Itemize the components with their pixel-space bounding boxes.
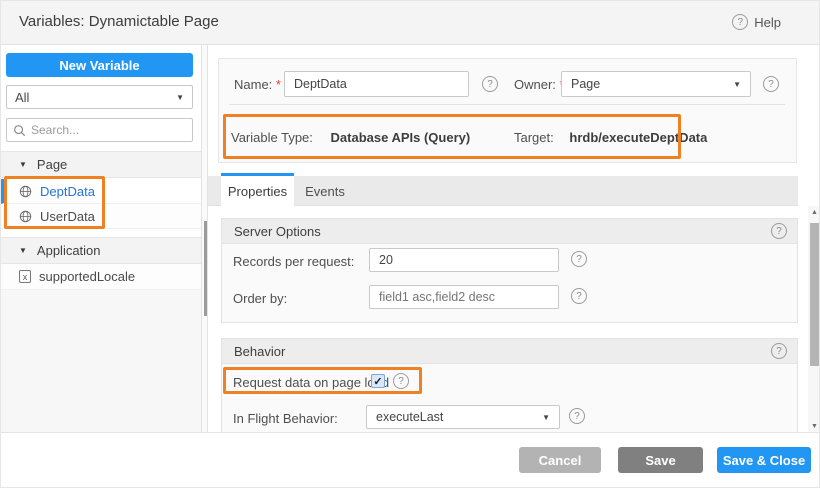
web-variable-icon [19,210,32,223]
collapse-icon: ▼ [19,246,27,255]
chevron-down-icon: ▼ [542,413,550,422]
target-label: Target: [514,130,554,145]
save-button[interactable]: Save [618,447,703,473]
properties-scrollbar-thumb[interactable] [810,223,820,366]
server-options-header: Server Options ? [222,219,797,244]
tree-group-application[interactable]: ▼ Application [1,237,201,264]
group-label: Page [37,157,67,172]
server-options-help-icon[interactable]: ? [771,223,787,239]
list-item-label: supportedLocale [39,269,135,284]
sidebar-empty-area [1,290,201,432]
section-title: Behavior [234,344,285,359]
request-on-load-checkbox[interactable]: ✓ [371,374,385,388]
required-marker: * [276,77,281,92]
behavior-header: Behavior ? [222,339,797,364]
behavior-help-icon[interactable]: ? [771,343,787,359]
search-icon [13,124,26,137]
order-by-label: Order by: [233,291,287,306]
owner-select[interactable]: Page ▼ [561,71,751,97]
variable-type-value: Database APIs (Query) [331,130,471,145]
new-variable-button[interactable]: New Variable [6,53,193,77]
name-label: Name: * [234,77,281,92]
in-flight-behavior-select[interactable]: executeLast ▼ [366,405,560,429]
properties-scrollbar[interactable]: ▲ ▼ [808,206,820,433]
order-by-help-icon[interactable]: ? [571,288,587,304]
order-by-input[interactable] [369,285,559,309]
help-button[interactable]: ? Help [732,14,781,30]
page-title: Variables: Dynamictable Page [19,13,219,30]
tab-label: Properties [228,184,287,199]
target-row: Target: hrdb/executeDeptData [514,130,707,145]
help-label: Help [754,15,781,30]
tab-properties[interactable]: Properties [221,173,294,206]
sidebar-scrollbar-thumb[interactable] [204,221,207,316]
sidebar-item-supportedlocale[interactable]: x supportedLocale [1,264,201,290]
search-box [6,118,193,142]
help-icon: ? [732,14,748,30]
list-item-label: DeptData [40,184,95,199]
in-flight-help-icon[interactable]: ? [569,408,585,424]
owner-help-icon[interactable]: ? [763,76,779,92]
chevron-down-icon: ▼ [733,80,741,89]
chevron-down-icon: ▼ [176,93,184,102]
list-item-label: UserData [40,209,95,224]
cancel-button[interactable]: Cancel [519,447,601,473]
group-label: Application [37,243,101,258]
tab-label: Events [305,184,345,199]
web-variable-icon [19,185,32,198]
variable-sidebar: New Variable All ▼ ▼ Page DeptData [1,45,201,432]
target-value: hrdb/executeDeptData [569,130,707,145]
sidebar-scrollbar[interactable] [201,45,208,432]
name-input[interactable] [284,71,469,97]
sidebar-item-deptdata[interactable]: DeptData [1,179,201,204]
sidebar-item-userdata[interactable]: UserData [1,204,201,229]
check-icon: ✓ [373,375,382,388]
owner-value: Page [571,77,600,91]
records-help-icon[interactable]: ? [571,251,587,267]
owner-label: Owner: * [514,77,565,92]
variable-filter-select[interactable]: All ▼ [6,85,193,109]
variable-type-label: Variable Type: [231,130,313,145]
filter-value: All [15,90,29,105]
section-title: Server Options [234,224,321,239]
tree-group-page[interactable]: ▼ Page [1,151,201,178]
save-and-close-button[interactable]: Save & Close [717,447,811,473]
variables-dialog: Variables: Dynamictable Page ? Help New … [0,0,820,488]
locale-variable-icon: x [19,270,31,283]
records-per-request-label: Records per request: [233,254,354,269]
variable-type-row: Variable Type: Database APIs (Query) [231,130,470,145]
card-divider [229,104,785,105]
name-help-icon[interactable]: ? [482,76,498,92]
request-on-load-label: Request data on page load [233,375,389,390]
in-flight-behavior-label: In Flight Behavior: [233,411,338,426]
tab-events[interactable]: Events [294,176,356,206]
scroll-up-arrow-icon[interactable]: ▲ [808,206,820,219]
search-input[interactable] [31,123,186,137]
collapse-icon: ▼ [19,160,27,169]
in-flight-value: executeLast [376,410,443,424]
records-per-request-input[interactable] [369,248,559,272]
footer-divider [1,432,820,433]
request-on-load-help-icon[interactable]: ? [393,373,409,389]
